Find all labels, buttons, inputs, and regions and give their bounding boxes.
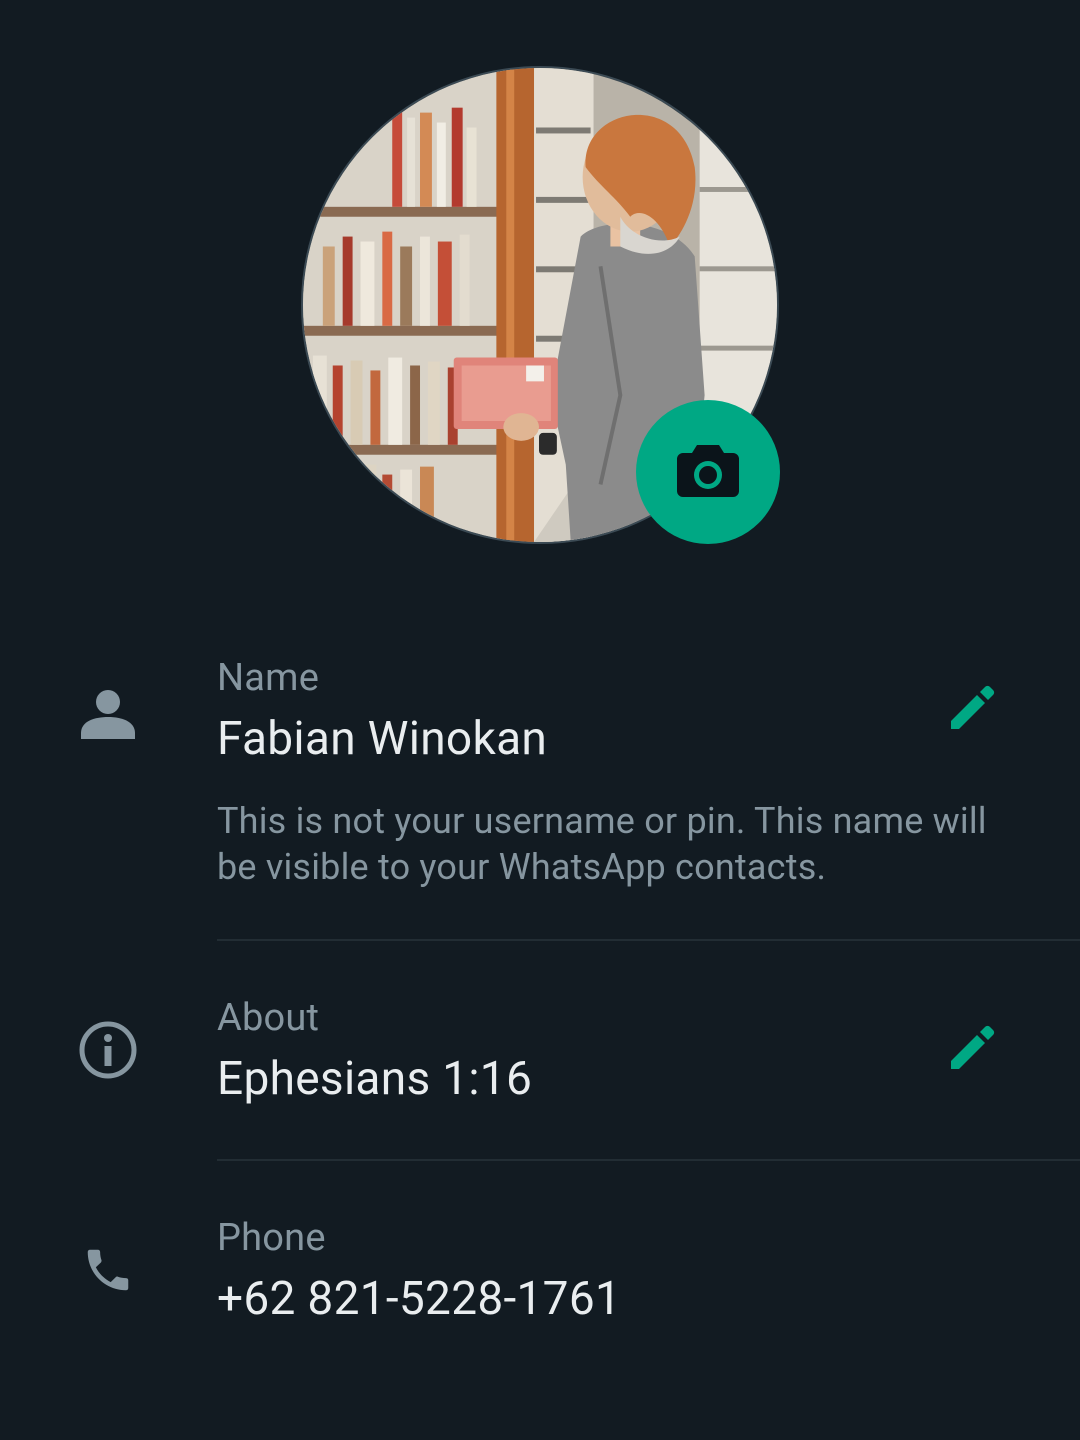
change-photo-button[interactable] [636, 400, 780, 544]
divider [217, 939, 1080, 941]
about-row[interactable]: About Ephesians 1:16 [0, 980, 1080, 1160]
info-icon [74, 1016, 142, 1084]
camera-icon [677, 443, 739, 501]
person-icon [74, 680, 142, 748]
phone-icon [74, 1236, 142, 1304]
about-label: About [217, 996, 320, 1040]
divider [217, 1159, 1080, 1161]
pencil-icon [947, 683, 997, 737]
name-hint: This is not your username or pin. This n… [217, 800, 987, 888]
about-value: Ephesians 1:16 [217, 1052, 533, 1106]
edit-about-button[interactable] [940, 1018, 1004, 1082]
phone-value: +62 821-5228-1761 [217, 1272, 622, 1326]
profile-photo-container [301, 66, 780, 544]
profile-screen: Name Fabian Winokan This is not your use… [0, 0, 1080, 1440]
name-label: Name [217, 656, 320, 700]
phone-label: Phone [217, 1216, 326, 1260]
name-row[interactable]: Name Fabian Winokan This is not your use… [0, 640, 1080, 940]
phone-row[interactable]: Phone +62 821-5228-1761 [0, 1200, 1080, 1380]
name-value: Fabian Winokan [217, 712, 548, 766]
edit-name-button[interactable] [940, 678, 1004, 742]
pencil-icon [947, 1023, 997, 1077]
